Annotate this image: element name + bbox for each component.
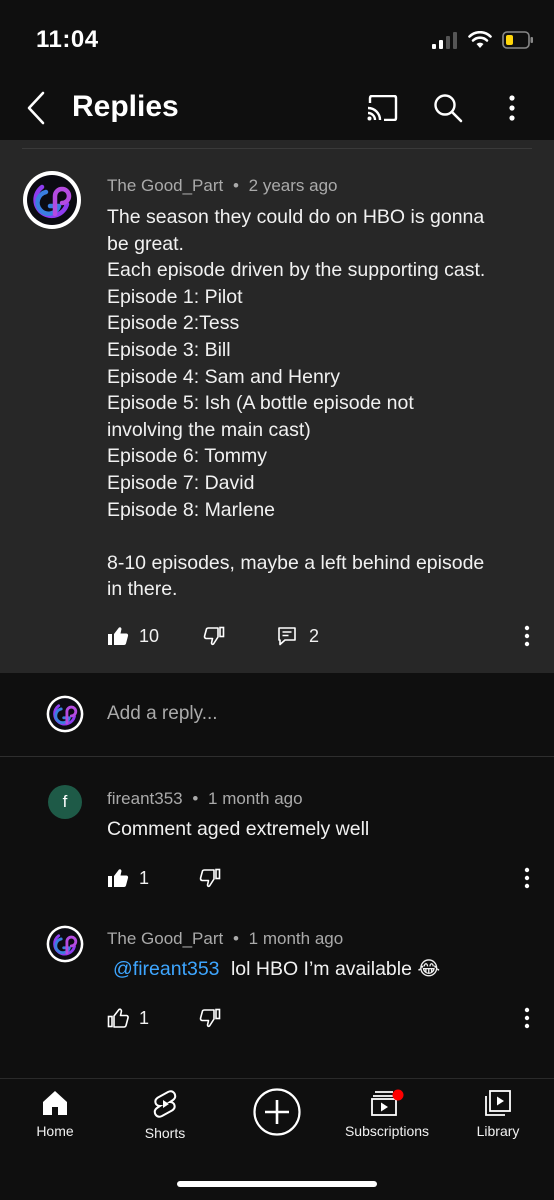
wifi-icon xyxy=(468,31,492,48)
like-button[interactable]: 1 xyxy=(107,868,149,889)
status-time: 11:04 xyxy=(36,26,99,53)
app-bar: Replies xyxy=(0,80,554,138)
reply-actions: 1 xyxy=(107,1003,221,1033)
create-button[interactable] xyxy=(222,1087,332,1137)
subscriptions-icon xyxy=(371,1089,404,1116)
comment-icon xyxy=(278,627,296,646)
reply-input[interactable]: Add a reply... xyxy=(107,703,218,725)
reply-count-button[interactable]: 2 xyxy=(277,626,319,647)
reply-count: 2 xyxy=(309,625,320,646)
cast-button[interactable] xyxy=(364,90,400,126)
reply-actions: 1 xyxy=(107,863,221,893)
thumb-up-icon xyxy=(107,1008,129,1028)
home-indicator xyxy=(177,1181,377,1187)
reply-meta: fireant353 • 1 month ago xyxy=(107,789,303,809)
avatar[interactable] xyxy=(22,170,82,230)
comment-meta: The Good_Part • 2 years ago xyxy=(107,176,338,196)
library-icon xyxy=(485,1090,511,1116)
avatar[interactable] xyxy=(46,925,84,963)
user-avatar xyxy=(46,695,84,733)
more-vert-icon xyxy=(509,95,515,121)
dislike-button[interactable] xyxy=(199,1008,221,1028)
add-reply-row[interactable]: Add a reply... xyxy=(0,673,554,757)
nav-home[interactable]: Home xyxy=(0,1089,110,1139)
nav-library[interactable]: Library xyxy=(443,1089,553,1139)
thumb-down-icon xyxy=(199,1008,221,1028)
thumb-down-icon xyxy=(199,868,221,888)
reply-time: 1 month ago xyxy=(208,789,303,808)
like-count: 1 xyxy=(139,867,150,888)
dislike-button[interactable] xyxy=(199,868,221,888)
main-comment: The Good_Part • 2 years ago The season t… xyxy=(0,140,554,673)
status-bar: 11:04 xyxy=(0,0,554,80)
nav-label: Subscriptions xyxy=(344,1123,430,1139)
search-icon xyxy=(434,94,463,123)
comment-more-icon[interactable] xyxy=(523,625,531,647)
back-button[interactable] xyxy=(20,88,52,128)
shorts-icon xyxy=(153,1090,177,1118)
thumb-up-icon xyxy=(108,627,129,645)
battery-icon xyxy=(502,31,533,49)
mention-link[interactable]: @fireant353 xyxy=(113,958,220,980)
author-name[interactable]: The Good_Part xyxy=(107,176,223,195)
like-button[interactable]: 1 xyxy=(107,1008,149,1029)
nav-subscriptions[interactable]: Subscriptions xyxy=(332,1089,442,1139)
nav-label: Shorts xyxy=(144,1125,186,1141)
meta-separator: • xyxy=(192,789,199,808)
reply-more-icon[interactable] xyxy=(523,867,531,889)
author-name[interactable]: fireant353 xyxy=(107,789,183,808)
search-button[interactable] xyxy=(430,90,466,126)
comment-actions: 10 2 xyxy=(107,621,319,651)
chevron-left-icon xyxy=(27,91,45,125)
page-title: Replies xyxy=(72,90,179,123)
comment-text: The season they could do on HBO is gonna… xyxy=(107,206,486,601)
thumb-up-icon xyxy=(108,869,129,887)
cast-icon xyxy=(367,95,398,121)
nav-label: Home xyxy=(36,1123,74,1139)
reply-body: lol HBO I’m available xyxy=(230,958,412,980)
reply-text: @fireant353 lol HBO I’m available 😂 xyxy=(107,956,537,983)
nav-label: Library xyxy=(476,1123,520,1139)
comment-time: 2 years ago xyxy=(248,176,338,195)
like-count: 1 xyxy=(139,1007,150,1028)
more-options-button[interactable] xyxy=(494,90,530,126)
laughing-emoji: 😂 xyxy=(417,958,441,980)
author-name[interactable]: The Good_Part xyxy=(107,929,223,948)
divider xyxy=(22,148,532,149)
cellular-signal-icon xyxy=(432,32,457,49)
reply-time: 1 month ago xyxy=(248,929,344,948)
status-icons xyxy=(432,28,534,52)
meta-separator: • xyxy=(232,929,239,948)
add-circle-icon xyxy=(253,1088,301,1136)
reply-more-icon[interactable] xyxy=(523,1007,531,1029)
meta-separator: • xyxy=(232,176,239,195)
reply-meta: The Good_Part • 1 month ago xyxy=(107,929,343,949)
like-count: 10 xyxy=(139,625,160,646)
dislike-button[interactable] xyxy=(203,626,225,646)
thumb-down-icon xyxy=(203,626,225,646)
avatar[interactable]: f xyxy=(48,785,82,819)
nav-shorts[interactable]: Shorts xyxy=(110,1089,220,1141)
reply-text: Comment aged extremely well xyxy=(107,818,370,840)
like-button[interactable]: 10 xyxy=(107,626,159,647)
home-icon xyxy=(43,1091,67,1115)
